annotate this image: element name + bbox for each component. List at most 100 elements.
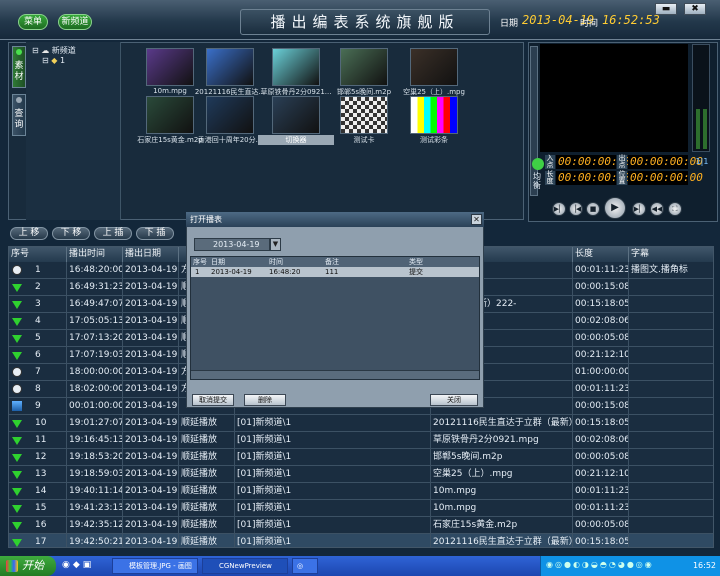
cell-seq: 16 (9, 517, 67, 534)
cancel-submit-button[interactable]: 取消提交 (192, 394, 234, 406)
cell-sub (629, 279, 713, 296)
dialog-list-row[interactable]: 1 2013-04-19 16:48:20 111 提交 (191, 267, 479, 277)
delete-button[interactable]: 删除 (244, 394, 286, 406)
dialog-row-time: 16:48:20 (269, 268, 301, 276)
cell-seq: 13 (9, 466, 67, 483)
clip-thumbnail[interactable] (340, 96, 388, 134)
clip-thumbnail[interactable] (410, 48, 458, 86)
cell-time: 19:42:35:12 (67, 517, 123, 534)
clip-thumbnail[interactable] (146, 48, 194, 86)
cell-src: [01]新频道\1 (235, 517, 431, 534)
cell-time: 17:05:05:13 (67, 313, 123, 330)
in-point-timecode[interactable]: 00:00:00:00 (556, 155, 631, 169)
table-row[interactable]: 15 19:41:23:13 2013-04-19 顺延播放 [01]新频道\1 10m.… (9, 500, 713, 517)
insert-down-button[interactable]: 下 插 (136, 227, 174, 240)
tree-root[interactable]: ⊟ ☁ 新频道 (32, 45, 76, 56)
clip-thumbnail[interactable] (340, 48, 388, 86)
box-icon (12, 401, 22, 411)
clip-thumbnail[interactable] (206, 96, 254, 134)
dialog-date-field[interactable]: 2013-04-19 (194, 238, 270, 251)
tab-material[interactable]: 素材 (12, 46, 26, 88)
clip-label: 测试彩条 (420, 136, 448, 144)
dialog-close-icon[interactable]: ✕ (471, 214, 482, 225)
seq-text: 10 (35, 418, 47, 428)
cell-date: 2013-04-19 (123, 330, 179, 347)
stop-icon[interactable]: ■ (586, 202, 600, 216)
table-row[interactable]: 17 19:42:50:21 2013-04-19 顺延播放 [01]新频道\1 2012… (9, 534, 713, 547)
taskbar-item-preview[interactable]: CGNewPreview (202, 558, 288, 574)
step-forward-icon[interactable]: ▶▏ (632, 202, 646, 216)
clip-thumbnail[interactable] (410, 96, 458, 134)
table-row[interactable]: 11 19:16:45:13 2013-04-19 顺延播放 [01]新频道\1 草原铁骨… (9, 432, 713, 449)
col-seq[interactable]: 序号 (9, 247, 67, 262)
taskbar-item-app[interactable]: ◎ (292, 558, 318, 574)
col-subtitle[interactable]: 字幕 (629, 247, 713, 262)
cell-time: 19:41:23:13 (67, 500, 123, 517)
cell-name: 草原铁骨丹2分0921.mpg (431, 432, 573, 449)
skip-end-icon[interactable]: ▶▏ (552, 202, 566, 216)
dialog-title: 打开播表 (186, 212, 484, 227)
clip-thumbnail[interactable] (272, 48, 320, 86)
cell-len: 00:00:05:08 (573, 449, 629, 466)
cell-type: 顺延播放 (179, 466, 235, 483)
dialog-col-time: 时间 (269, 258, 283, 266)
cell-sub (629, 466, 713, 483)
table-row[interactable]: 13 19:18:59:03 2013-04-19 顺延播放 [01]新频道\1 空巢25… (9, 466, 713, 483)
move-up-button[interactable]: 上 移 (10, 227, 48, 240)
cell-len: 00:15:18:05 (573, 415, 629, 432)
play-icon[interactable]: ▶ (604, 197, 626, 219)
audio-channel-icon[interactable]: 1|1 (692, 157, 712, 169)
dialog-col-seq: 序号 (193, 258, 207, 266)
menu-button[interactable]: 菜单 (18, 14, 48, 30)
cell-sub (629, 381, 713, 398)
cell-len: 00:21:12:10 (573, 466, 629, 483)
start-button[interactable]: 开始 (0, 556, 56, 576)
dialog-close-button[interactable]: 关闭 (430, 394, 478, 406)
tray-icons[interactable]: ◉◎●◐◑◒◓◔◕●◎◉ (546, 560, 686, 572)
col-date[interactable]: 播出日期 (123, 247, 179, 262)
skip-start-icon[interactable]: ▕◀ (569, 202, 583, 216)
tree-child[interactable]: ⊟ ◆ 1 (42, 56, 65, 65)
cell-sub (629, 398, 713, 415)
table-row[interactable]: 12 19:18:53:20 2013-04-19 顺延播放 [01]新频道\1 邯郸5s… (9, 449, 713, 466)
col-time[interactable]: 播出时间 (67, 247, 123, 262)
dialog-hscrollbar[interactable] (191, 370, 479, 379)
tray-clock: 16:52 (692, 561, 716, 570)
taskbar-item-paint[interactable]: 模板管理.JPG - 画图 (112, 558, 198, 574)
seq-text: 7 (35, 367, 41, 377)
folder-icon: ☁ (41, 46, 50, 55)
arrow-down-icon (12, 537, 22, 547)
arrow-down-icon (12, 333, 22, 343)
clip-thumbnail[interactable] (146, 96, 194, 134)
cell-date: 2013-04-19 (123, 279, 179, 296)
insert-up-button[interactable]: 上 插 (94, 227, 132, 240)
cell-src: [01]新频道\1 (235, 500, 431, 517)
move-down-button[interactable]: 下 移 (52, 227, 90, 240)
fullscreen-icon[interactable]: ⛶ (668, 202, 682, 216)
col-length[interactable]: 长度 (573, 247, 629, 262)
out-point-timecode[interactable]: 00:00:00:00 (628, 155, 703, 169)
step-back-icon[interactable]: ◀◀ (650, 202, 664, 216)
cell-seq: 10 (9, 415, 67, 432)
cell-type: 顺延播放 (179, 449, 235, 466)
cell-date: 2013-04-19 (123, 364, 179, 381)
quick-launch-icons[interactable]: ◉◆▣ (62, 560, 102, 572)
dialog-row-type: 提交 (409, 268, 423, 276)
cell-time: 19:40:11:14 (67, 483, 123, 500)
clip-thumbnail[interactable] (206, 48, 254, 86)
close-button[interactable]: ✖ (684, 3, 706, 15)
arrow-down-icon (12, 452, 22, 462)
table-row[interactable]: 16 19:42:35:12 2013-04-19 顺延播放 [01]新频道\1 石家庄1… (9, 517, 713, 534)
date-dropdown-icon[interactable]: ▼ (270, 238, 281, 251)
balance-led-icon (532, 158, 544, 170)
table-row[interactable]: 10 19:01:27:07 2013-04-19 顺延播放 [01]新频道\1 2012… (9, 415, 713, 432)
new-channel-button[interactable]: 新频道 (58, 14, 92, 30)
cell-len: 00:01:11:23 (573, 262, 629, 279)
table-row[interactable]: 14 19:40:11:14 2013-04-19 顺延播放 [01]新频道\1 10m.… (9, 483, 713, 500)
tab-query[interactable]: 查询 (12, 94, 26, 136)
cell-len: 00:02:08:06 (573, 313, 629, 330)
cell-sub (629, 415, 713, 432)
minimize-button[interactable]: ▬ (655, 3, 677, 15)
clip-thumbnail[interactable] (272, 96, 320, 134)
cell-seq: 14 (9, 483, 67, 500)
